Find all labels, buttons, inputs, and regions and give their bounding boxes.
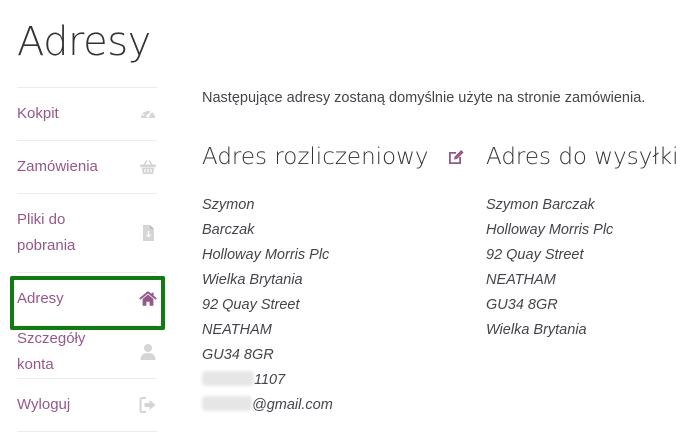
shipping-city: NEATHAM — [486, 272, 556, 288]
nav-item-pliki-do-pobrania[interactable]: Pliki do pobrania — [17, 194, 157, 273]
billing-city: NEATHAM — [202, 322, 272, 338]
billing-phone: 1107 — [202, 368, 465, 393]
billing-postcode: GU34 8GR — [202, 347, 274, 363]
redacted-phone-prefix — [202, 371, 254, 386]
nav-item-wyloguj[interactable]: Wyloguj — [17, 379, 157, 432]
billing-email: @gmail.com — [202, 393, 465, 418]
shipping-address-section: Adres do wysyłki Szymon Barczak Holloway… — [486, 142, 679, 343]
nav-item-label: Adresy — [17, 290, 64, 307]
shipping-address-title: Adres do wysyłki — [486, 144, 679, 170]
sign-out-icon — [139, 396, 157, 414]
nav-item-label: Wyloguj — [17, 396, 71, 413]
billing-last-name: Barczak — [202, 222, 255, 238]
dashboard-icon — [139, 105, 157, 123]
shipping-company: Holloway Morris Plc — [486, 222, 614, 238]
nav-item-label: Zamówienia — [17, 158, 98, 175]
shipping-street: 92 Quay Street — [486, 247, 584, 263]
billing-address-section: Adres rozliczeniowy Szymon Barczak Hollo… — [202, 142, 465, 418]
nav-item-kokpit[interactable]: Kokpit — [17, 88, 157, 141]
file-download-icon — [139, 224, 157, 242]
billing-street: 92 Quay Street — [202, 297, 300, 313]
billing-company: Holloway Morris Plc — [202, 247, 330, 263]
shipping-postcode: GU34 8GR — [486, 297, 558, 313]
billing-address: Szymon Barczak Holloway Morris Plc Wielk… — [202, 193, 465, 418]
account-navigation: Kokpit Zamówienia Pliki do pobrania Adre… — [17, 87, 157, 432]
addresses-intro-text: Następujące adresy zostaną domyślnie uży… — [202, 90, 646, 106]
nav-item-label: Pliki do pobrania — [17, 211, 76, 254]
shipping-country: Wielka Brytania — [486, 322, 587, 338]
basket-icon — [139, 158, 157, 176]
home-icon — [139, 290, 157, 308]
nav-item-label: Kokpit — [17, 105, 59, 122]
nav-item-szczegoly-konta[interactable]: Szczegóły konta — [17, 326, 157, 379]
billing-email-visible: @gmail.com — [252, 397, 333, 413]
redacted-email-prefix — [202, 396, 252, 411]
nav-item-zamowienia[interactable]: Zamówienia — [17, 141, 157, 194]
nav-item-label: Szczegóły konta — [17, 330, 86, 373]
billing-address-title: Adres rozliczeniowy — [202, 144, 429, 170]
edit-icon[interactable] — [447, 148, 465, 166]
user-icon — [139, 343, 157, 361]
billing-country: Wielka Brytania — [202, 272, 303, 288]
billing-first-name: Szymon — [202, 197, 255, 213]
page-title: Adresy — [17, 19, 151, 65]
billing-phone-visible: 1107 — [254, 372, 286, 388]
shipping-address-header: Adres do wysyłki — [486, 142, 679, 172]
shipping-full-name: Szymon Barczak — [486, 197, 595, 213]
billing-address-header: Adres rozliczeniowy — [202, 142, 465, 172]
shipping-address: Szymon Barczak Holloway Morris Plc 92 Qu… — [486, 193, 679, 343]
nav-item-adresy[interactable]: Adresy — [17, 273, 157, 326]
